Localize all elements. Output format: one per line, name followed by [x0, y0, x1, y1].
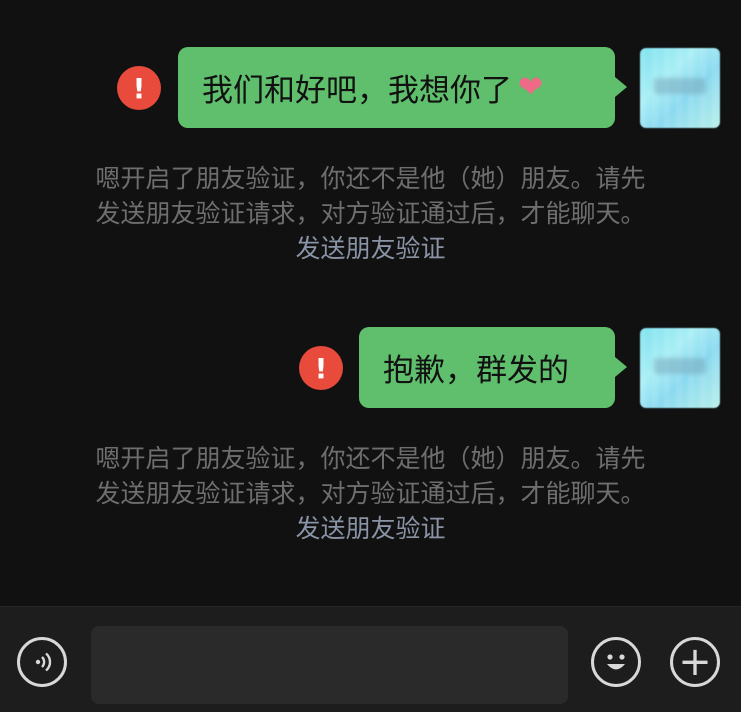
send-failed-icon[interactable]: !	[299, 346, 343, 390]
message-bubble[interactable]: 我们和好吧，我想你了 ❤	[178, 47, 627, 128]
message-input[interactable]	[91, 626, 568, 704]
friend-verification-notice: 嗯开启了朋友验证，你还不是他（她）朋友。请先 发送朋友验证请求，对方验证通过后，…	[40, 161, 701, 266]
voice-icon	[35, 652, 52, 672]
blurred-avatar-label	[654, 78, 706, 94]
message-bubble[interactable]: 抱歉，群发的	[359, 327, 627, 408]
voice-input-button[interactable]	[17, 637, 67, 687]
avatar[interactable]	[640, 328, 720, 408]
blurred-avatar-label	[654, 358, 706, 374]
message-text: 我们和好吧，我想你了	[202, 73, 512, 109]
notice-line: 发送朋友验证请求，对方验证通过后，才能聊天。	[95, 479, 646, 508]
plus-icon: +	[678, 639, 712, 685]
message-list[interactable]: ! 我们和好吧，我想你了 ❤ 嗯开启了朋友验证，你还不是他（她）朋友。请先 发送…	[0, 0, 741, 606]
message-text: 抱歉，群发的	[383, 353, 569, 389]
send-failed-icon[interactable]: !	[117, 66, 161, 110]
notice-line: 嗯开启了朋友验证，你还不是他（她）朋友。请先	[95, 164, 646, 193]
chat-screen: ! 我们和好吧，我想你了 ❤ 嗯开启了朋友验证，你还不是他（她）朋友。请先 发送…	[0, 0, 741, 712]
notice-line: 嗯开启了朋友验证，你还不是他（她）朋友。请先	[95, 444, 646, 473]
input-bar: +	[0, 606, 741, 712]
notice-line: 发送朋友验证请求，对方验证通过后，才能聊天。	[95, 199, 646, 228]
emoji-button[interactable]	[591, 637, 641, 687]
friend-verification-notice: 嗯开启了朋友验证，你还不是他（她）朋友。请先 发送朋友验证请求，对方验证通过后，…	[40, 441, 701, 546]
send-verification-link[interactable]: 发送朋友验证	[40, 511, 701, 546]
heart-emoji-icon: ❤	[518, 70, 544, 105]
send-verification-link[interactable]: 发送朋友验证	[40, 231, 701, 266]
emoji-icon	[607, 654, 625, 670]
avatar[interactable]	[640, 48, 720, 128]
more-options-button[interactable]: +	[670, 637, 720, 687]
